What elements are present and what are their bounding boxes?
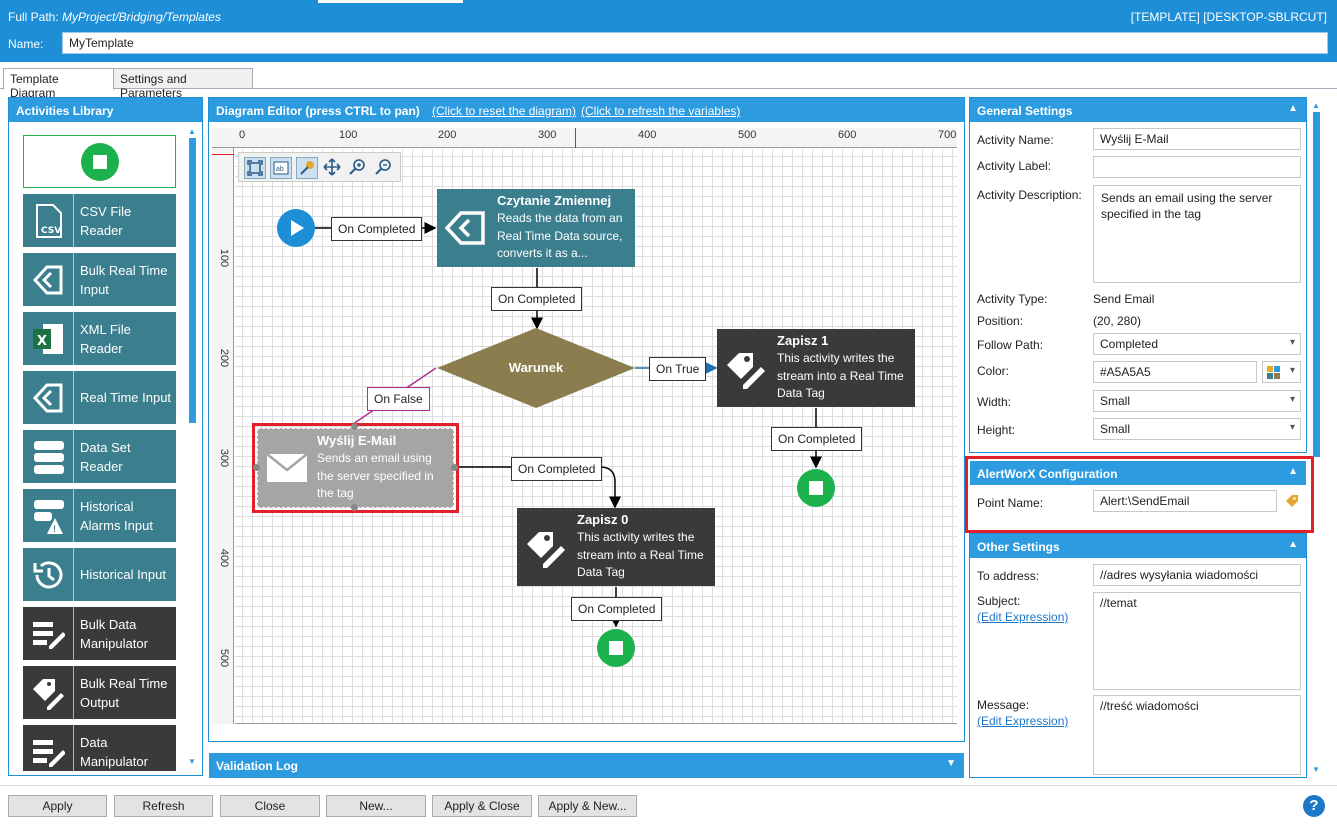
general-settings-header[interactable]: General Settings ▲	[970, 98, 1306, 122]
tag-arrows-icon	[445, 211, 485, 245]
scroll-up-icon[interactable]: ▲	[1312, 101, 1321, 110]
envelope-icon	[266, 453, 308, 482]
scroll-down-icon[interactable]: ▼	[1312, 765, 1321, 774]
node-title: Warunek	[508, 360, 564, 375]
chevron-up-icon[interactable]: ▲	[1288, 466, 1298, 477]
to-address-label: To address:	[977, 569, 1040, 583]
node-description: Reads the data from an Real Time Data so…	[497, 211, 623, 260]
node-description: This activity writes the stream into a R…	[577, 530, 704, 579]
validation-log-header[interactable]: Validation Log ▼	[209, 753, 964, 778]
connector-handle[interactable]	[351, 504, 358, 511]
other-settings-header[interactable]: Other Settings ▲	[970, 534, 1306, 558]
alertworx-title: AlertWorX Configuration	[977, 467, 1118, 481]
activity-label-label: Activity Label:	[977, 159, 1052, 173]
to-address-input[interactable]: //adres wysyłania wiadomości	[1093, 564, 1301, 586]
color-palette-icon	[1267, 366, 1280, 379]
chevron-up-icon[interactable]: ▲	[1288, 103, 1298, 114]
activity-description-label: Activity Description:	[977, 188, 1082, 202]
edge-label[interactable]: On Completed	[511, 457, 603, 481]
apply-new-button[interactable]: Apply & New...	[538, 795, 637, 817]
point-name-input[interactable]: Alert:\SendEmail	[1093, 490, 1277, 512]
color-label: Color:	[977, 364, 1010, 378]
activity-type-value: Send Email	[1093, 292, 1155, 306]
template-id: [TEMPLATE] [DESKTOP-SBLRCUT]	[1130, 10, 1327, 24]
activity-description-textarea[interactable]: Sends an email using the server specifie…	[1093, 185, 1301, 283]
edge-label[interactable]: On False	[367, 387, 430, 411]
chevron-down-icon[interactable]: ▼	[946, 758, 956, 769]
connector-handle[interactable]	[451, 464, 458, 471]
chevron-up-icon[interactable]: ▲	[1288, 539, 1298, 550]
other-settings-title: Other Settings	[977, 540, 1060, 554]
position-label: Position:	[977, 314, 1024, 328]
node-zapisz-0[interactable]: Zapisz 0 This activity writes the stream…	[517, 508, 715, 586]
node-title: Zapisz 1	[777, 333, 829, 348]
stop-node[interactable]	[797, 469, 835, 507]
play-icon	[291, 220, 304, 236]
chevron-down-icon: ▾	[1290, 365, 1296, 376]
height-select[interactable]: Small	[1093, 418, 1301, 440]
node-title: Wyślij E-Mail	[317, 433, 397, 448]
validation-log-title: Validation Log	[216, 759, 299, 773]
new-button[interactable]: New...	[326, 795, 426, 817]
edge-label[interactable]: On Completed	[331, 217, 423, 241]
subject-edit-expression-link[interactable]: (Edit Expression)	[977, 610, 1068, 624]
activity-type-label: Activity Type:	[977, 292, 1048, 306]
tag-edit-icon	[527, 532, 565, 568]
point-name-label: Point Name:	[977, 496, 1044, 510]
footer-divider	[0, 785, 1337, 786]
follow-path-select[interactable]: Completed	[1093, 333, 1301, 355]
color-input[interactable]: #A5A5A5	[1093, 361, 1257, 383]
node-czytanie-zmiennej[interactable]: Czytanie Zmiennej Reads the data from an…	[437, 189, 635, 267]
message-edit-expression-link[interactable]: (Edit Expression)	[977, 714, 1068, 728]
activity-label-input[interactable]	[1093, 156, 1301, 178]
general-settings-title: General Settings	[977, 104, 1073, 118]
alertworx-header[interactable]: AlertWorX Configuration ▲	[970, 461, 1306, 485]
scroll-down-icon[interactable]: ▼	[188, 757, 197, 766]
activity-name-input[interactable]: Wyślij E-Mail	[1093, 128, 1301, 150]
position-value: (20, 280)	[1093, 314, 1142, 328]
help-icon[interactable]: ?	[1303, 795, 1325, 817]
width-label: Width:	[977, 395, 1012, 409]
start-node[interactable]	[277, 209, 315, 247]
node-wyslij-email[interactable]: Wyślij E-Mail Sends an email using the s…	[257, 428, 454, 508]
apply-button[interactable]: Apply	[8, 795, 107, 817]
node-zapisz-1[interactable]: Zapisz 1 This activity writes the stream…	[717, 329, 915, 407]
activity-name-label: Activity Name:	[977, 133, 1054, 147]
width-select[interactable]: Small	[1093, 390, 1301, 412]
message-label: Message:	[977, 698, 1030, 712]
subject-textarea[interactable]: //temat	[1093, 592, 1301, 690]
refresh-button[interactable]: Refresh	[114, 795, 213, 817]
close-button[interactable]: Close	[220, 795, 320, 817]
edge-label[interactable]: On Completed	[771, 427, 863, 451]
follow-path-label: Follow Path:	[977, 338, 1044, 352]
node-description: This activity writes the stream into a R…	[777, 351, 904, 400]
height-label: Height:	[977, 423, 1016, 437]
edge-label[interactable]: On Completed	[571, 597, 663, 621]
node-title: Zapisz 0	[577, 512, 629, 527]
subject-label: Subject:	[977, 594, 1021, 608]
connector-handle[interactable]	[253, 464, 260, 471]
tag-edit-icon	[727, 353, 765, 389]
tag-browse-icon[interactable]	[1285, 494, 1299, 508]
message-textarea[interactable]: //treść wiadomości	[1093, 695, 1301, 775]
stop-node[interactable]	[597, 629, 635, 667]
apply-close-button[interactable]: Apply & Close	[432, 795, 532, 817]
node-title: Czytanie Zmiennej	[497, 193, 612, 208]
connector-handle[interactable]	[351, 423, 358, 430]
color-picker-button[interactable]: ▾	[1262, 361, 1301, 383]
edge-label[interactable]: On Completed	[491, 287, 583, 311]
settings-scrollbar-thumb[interactable]	[1313, 112, 1320, 457]
edge-label[interactable]: On True	[649, 357, 707, 381]
node-description: Sends an email using the server specifie…	[317, 451, 434, 500]
